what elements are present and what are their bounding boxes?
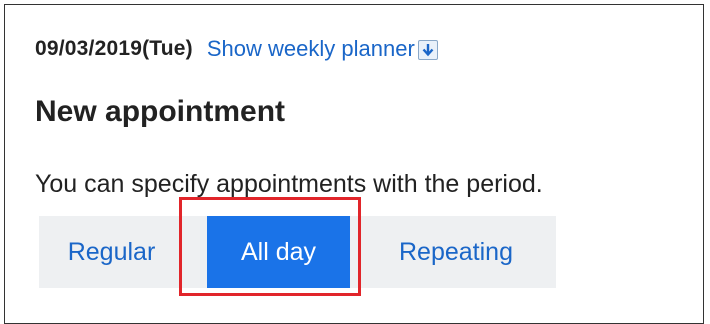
tab-regular[interactable]: Regular — [39, 216, 184, 288]
download-arrow-glyph — [422, 44, 434, 57]
appointment-type-tabs: Regular All day Repeating — [39, 216, 556, 288]
page-description: You can specify appointments with the pe… — [35, 170, 543, 198]
tab-repeating[interactable]: Repeating — [356, 216, 556, 288]
show-weekly-planner-link[interactable]: Show weekly planner — [207, 36, 415, 62]
schedule-panel: 09/03/2019(Tue) Show weekly planner New … — [4, 4, 704, 324]
download-arrow-icon[interactable] — [417, 40, 438, 60]
page-title: New appointment — [35, 95, 286, 128]
tab-all-day[interactable]: All day — [207, 216, 350, 288]
date-header: 09/03/2019(Tue) Show weekly planner — [35, 35, 438, 63]
current-date: 09/03/2019(Tue) — [35, 37, 193, 60]
